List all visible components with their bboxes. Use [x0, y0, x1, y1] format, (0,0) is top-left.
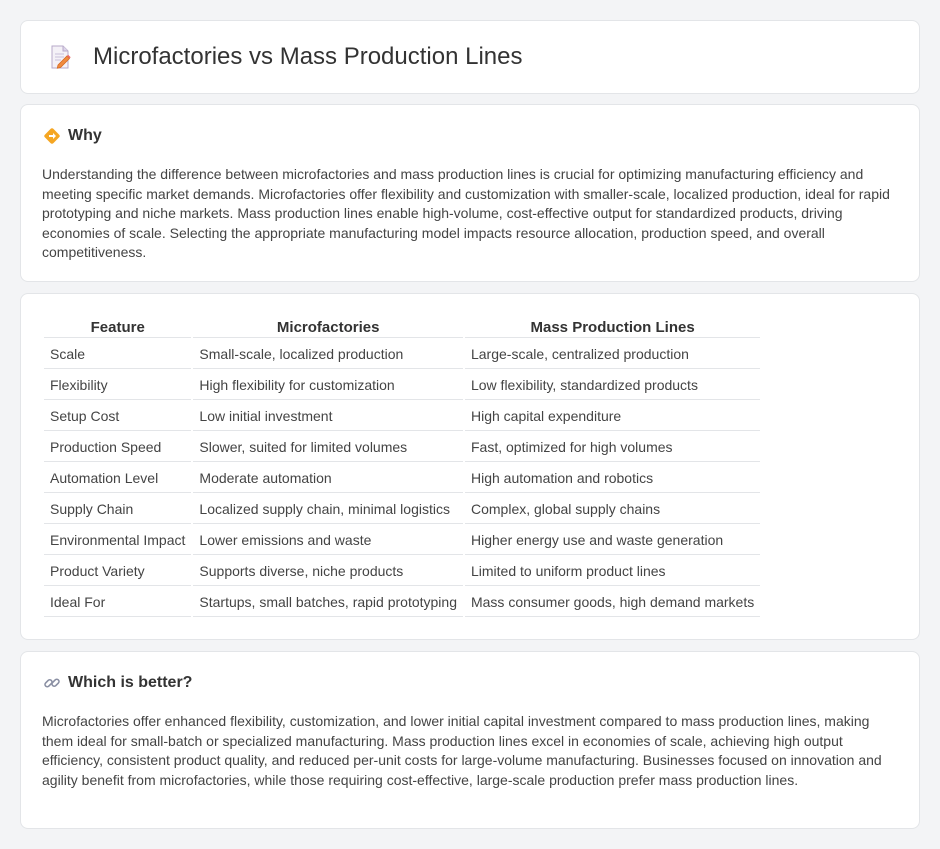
table-row: Flexibility High flexibility for customi… — [44, 371, 761, 400]
table-cell: Small-scale, localized production — [193, 340, 463, 369]
table-cell: Scale — [44, 340, 192, 369]
table-row: Setup Cost Low initial investment High c… — [44, 402, 761, 431]
column-header-microfactories: Microfactories — [193, 318, 463, 338]
comparison-section: Feature Microfactories Mass Production L… — [20, 293, 920, 640]
better-heading-row: Which is better? — [43, 674, 192, 692]
column-header-mass-production: Mass Production Lines — [464, 318, 761, 338]
table-cell: Higher energy use and waste generation — [464, 526, 761, 555]
table-cell: Localized supply chain, minimal logistic… — [193, 495, 463, 524]
table-row: Ideal For Startups, small batches, rapid… — [44, 588, 761, 617]
table-cell: High flexibility for customization — [193, 371, 463, 400]
table-row: Environmental Impact Lower emissions and… — [44, 526, 761, 555]
table-cell: Slower, suited for limited volumes — [193, 433, 463, 462]
comparison-table: Feature Microfactories Mass Production L… — [42, 316, 762, 619]
table-cell: Ideal For — [44, 588, 192, 617]
table-cell: Large-scale, centralized production — [464, 340, 761, 369]
table-cell: Low initial investment — [193, 402, 463, 431]
table-row: Scale Small-scale, localized production … — [44, 340, 761, 369]
table-cell: Flexibility — [44, 371, 192, 400]
table-cell: Fast, optimized for high volumes — [464, 433, 761, 462]
table-cell: Startups, small batches, rapid prototypi… — [193, 588, 463, 617]
why-text: Understanding the difference between mic… — [42, 166, 890, 261]
why-section: Why Understanding the difference between… — [20, 104, 920, 282]
table-row: Product Variety Supports diverse, niche … — [44, 557, 761, 586]
better-text: Microfactories offer enhanced flexibilit… — [42, 713, 882, 788]
table-cell: Limited to uniform product lines — [464, 557, 761, 586]
table-cell: Production Speed — [44, 433, 192, 462]
page-title: Microfactories vs Mass Production Lines — [93, 43, 523, 70]
which-is-better-section: Which is better? Microfactories offer en… — [20, 651, 920, 829]
table-cell: Mass consumer goods, high demand markets — [464, 588, 761, 617]
table-cell: Supply Chain — [44, 495, 192, 524]
link-icon — [44, 678, 60, 688]
table-row: Automation Level Moderate automation Hig… — [44, 464, 761, 493]
better-heading: Which is better? — [68, 674, 193, 691]
diamond-arrow-icon — [44, 128, 60, 144]
header-card: Microfactories vs Mass Production Lines — [20, 20, 920, 94]
title-row: Microfactories vs Mass Production Lines — [47, 43, 523, 71]
table-cell: Setup Cost — [44, 402, 192, 431]
table-cell: Complex, global supply chains — [464, 495, 761, 524]
table-cell: Moderate automation — [193, 464, 463, 493]
table-cell: Low flexibility, standardized products — [464, 371, 761, 400]
why-heading: Why — [68, 127, 102, 144]
table-cell: High capital expenditure — [464, 402, 761, 431]
table-cell: Product Variety — [44, 557, 192, 586]
document-pencil-icon — [51, 45, 71, 69]
table-cell: Automation Level — [44, 464, 192, 493]
column-header-feature: Feature — [44, 318, 192, 338]
table-row: Production Speed Slower, suited for limi… — [44, 433, 761, 462]
table-row: Supply Chain Localized supply chain, min… — [44, 495, 761, 524]
table-cell: Lower emissions and waste — [193, 526, 463, 555]
table-header-row: Feature Microfactories Mass Production L… — [44, 318, 761, 338]
table-cell: High automation and robotics — [464, 464, 761, 493]
table-cell: Environmental Impact — [44, 526, 192, 555]
table-cell: Supports diverse, niche products — [193, 557, 463, 586]
why-heading-row: Why — [43, 127, 102, 145]
